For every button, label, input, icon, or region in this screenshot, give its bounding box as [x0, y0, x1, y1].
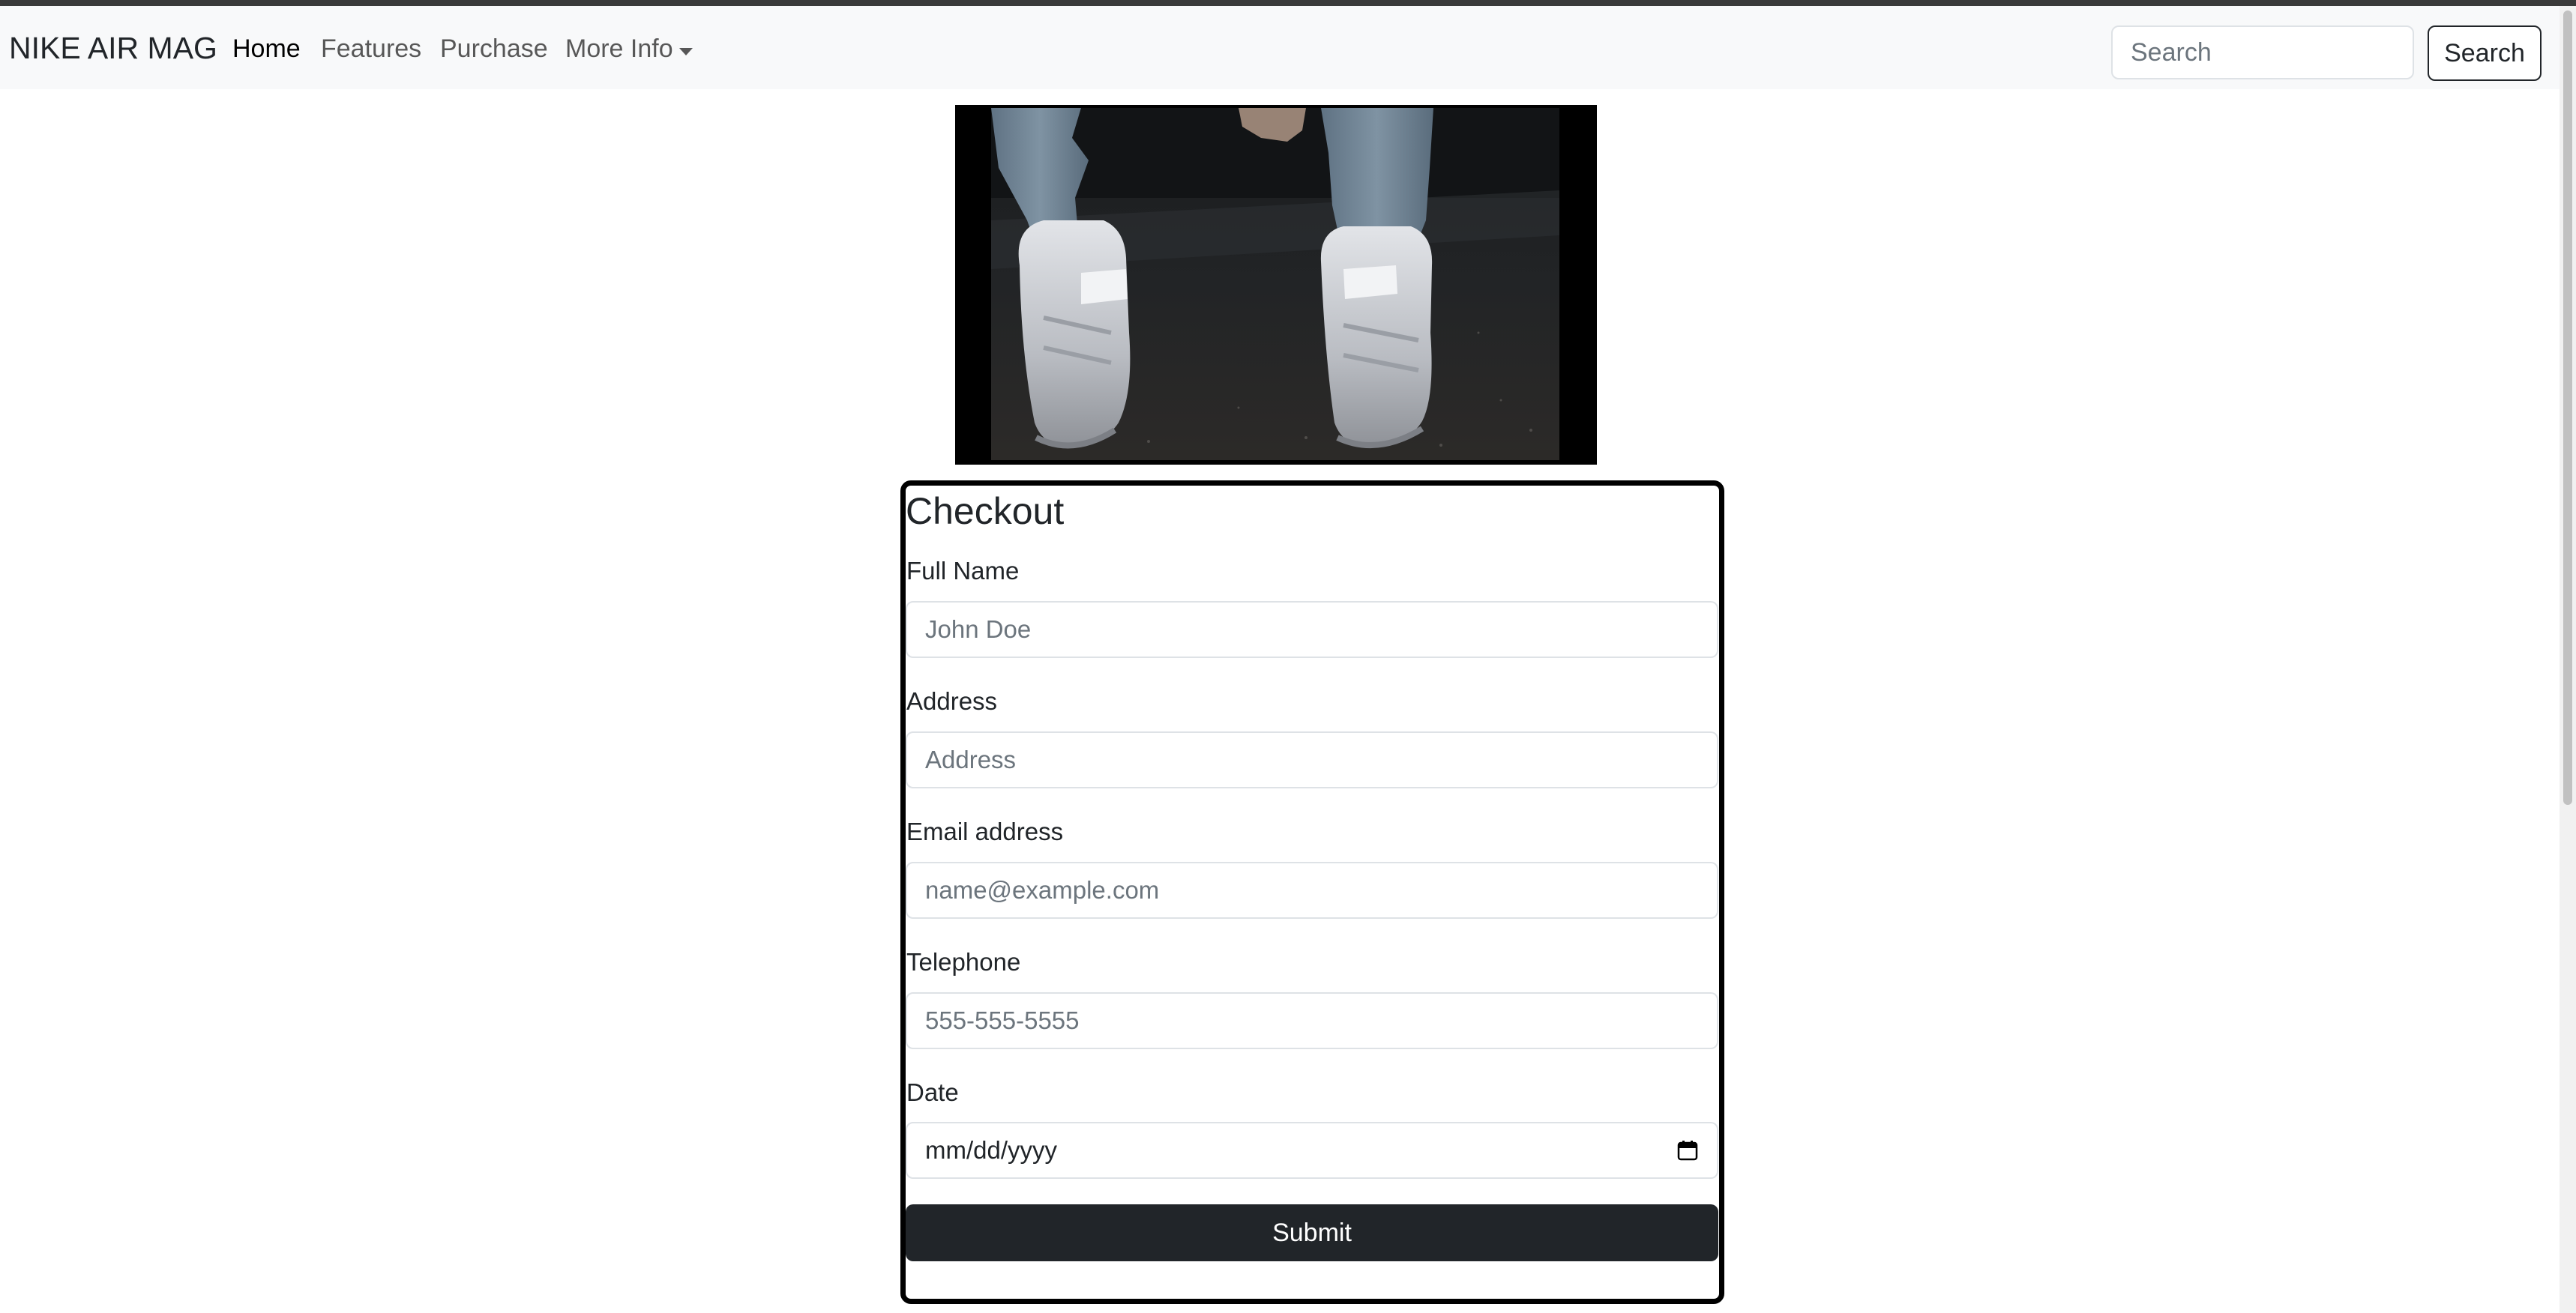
- sneakers-image: [991, 108, 1559, 460]
- telephone-label: Telephone: [906, 948, 1021, 976]
- nav-link-home[interactable]: Home: [232, 36, 301, 61]
- nav-link-purchase[interactable]: Purchase: [440, 36, 548, 61]
- submit-button[interactable]: Submit: [906, 1204, 1718, 1261]
- navbar: NIKE AIR MAG Home Features Purchase More…: [0, 6, 2560, 89]
- address-field[interactable]: [906, 731, 1718, 788]
- full-name-label: Full Name: [906, 557, 1020, 585]
- email-field[interactable]: [906, 862, 1718, 919]
- address-label: Address: [906, 687, 998, 715]
- nav-link-features[interactable]: Features: [321, 36, 421, 61]
- hero-image: [955, 105, 1597, 465]
- nav-dropdown-more-info[interactable]: More Info: [565, 36, 673, 61]
- search-input[interactable]: [2111, 25, 2414, 79]
- search-button[interactable]: Search: [2428, 25, 2542, 81]
- calendar-icon[interactable]: [1676, 1139, 1699, 1162]
- brand[interactable]: NIKE AIR MAG: [9, 33, 217, 64]
- date-field-value: mm/dd/yyyy: [925, 1136, 1058, 1164]
- checkout-title: Checkout: [906, 490, 1065, 532]
- telephone-field[interactable]: [906, 992, 1718, 1049]
- email-label: Email address: [906, 818, 1064, 845]
- scrollbar-thumb[interactable]: [2563, 10, 2572, 805]
- full-name-field[interactable]: [906, 601, 1718, 658]
- caret-down-icon[interactable]: [679, 48, 693, 55]
- date-label: Date: [906, 1078, 959, 1106]
- date-field[interactable]: mm/dd/yyyy: [906, 1122, 1718, 1179]
- window-top-edge: [0, 0, 2576, 6]
